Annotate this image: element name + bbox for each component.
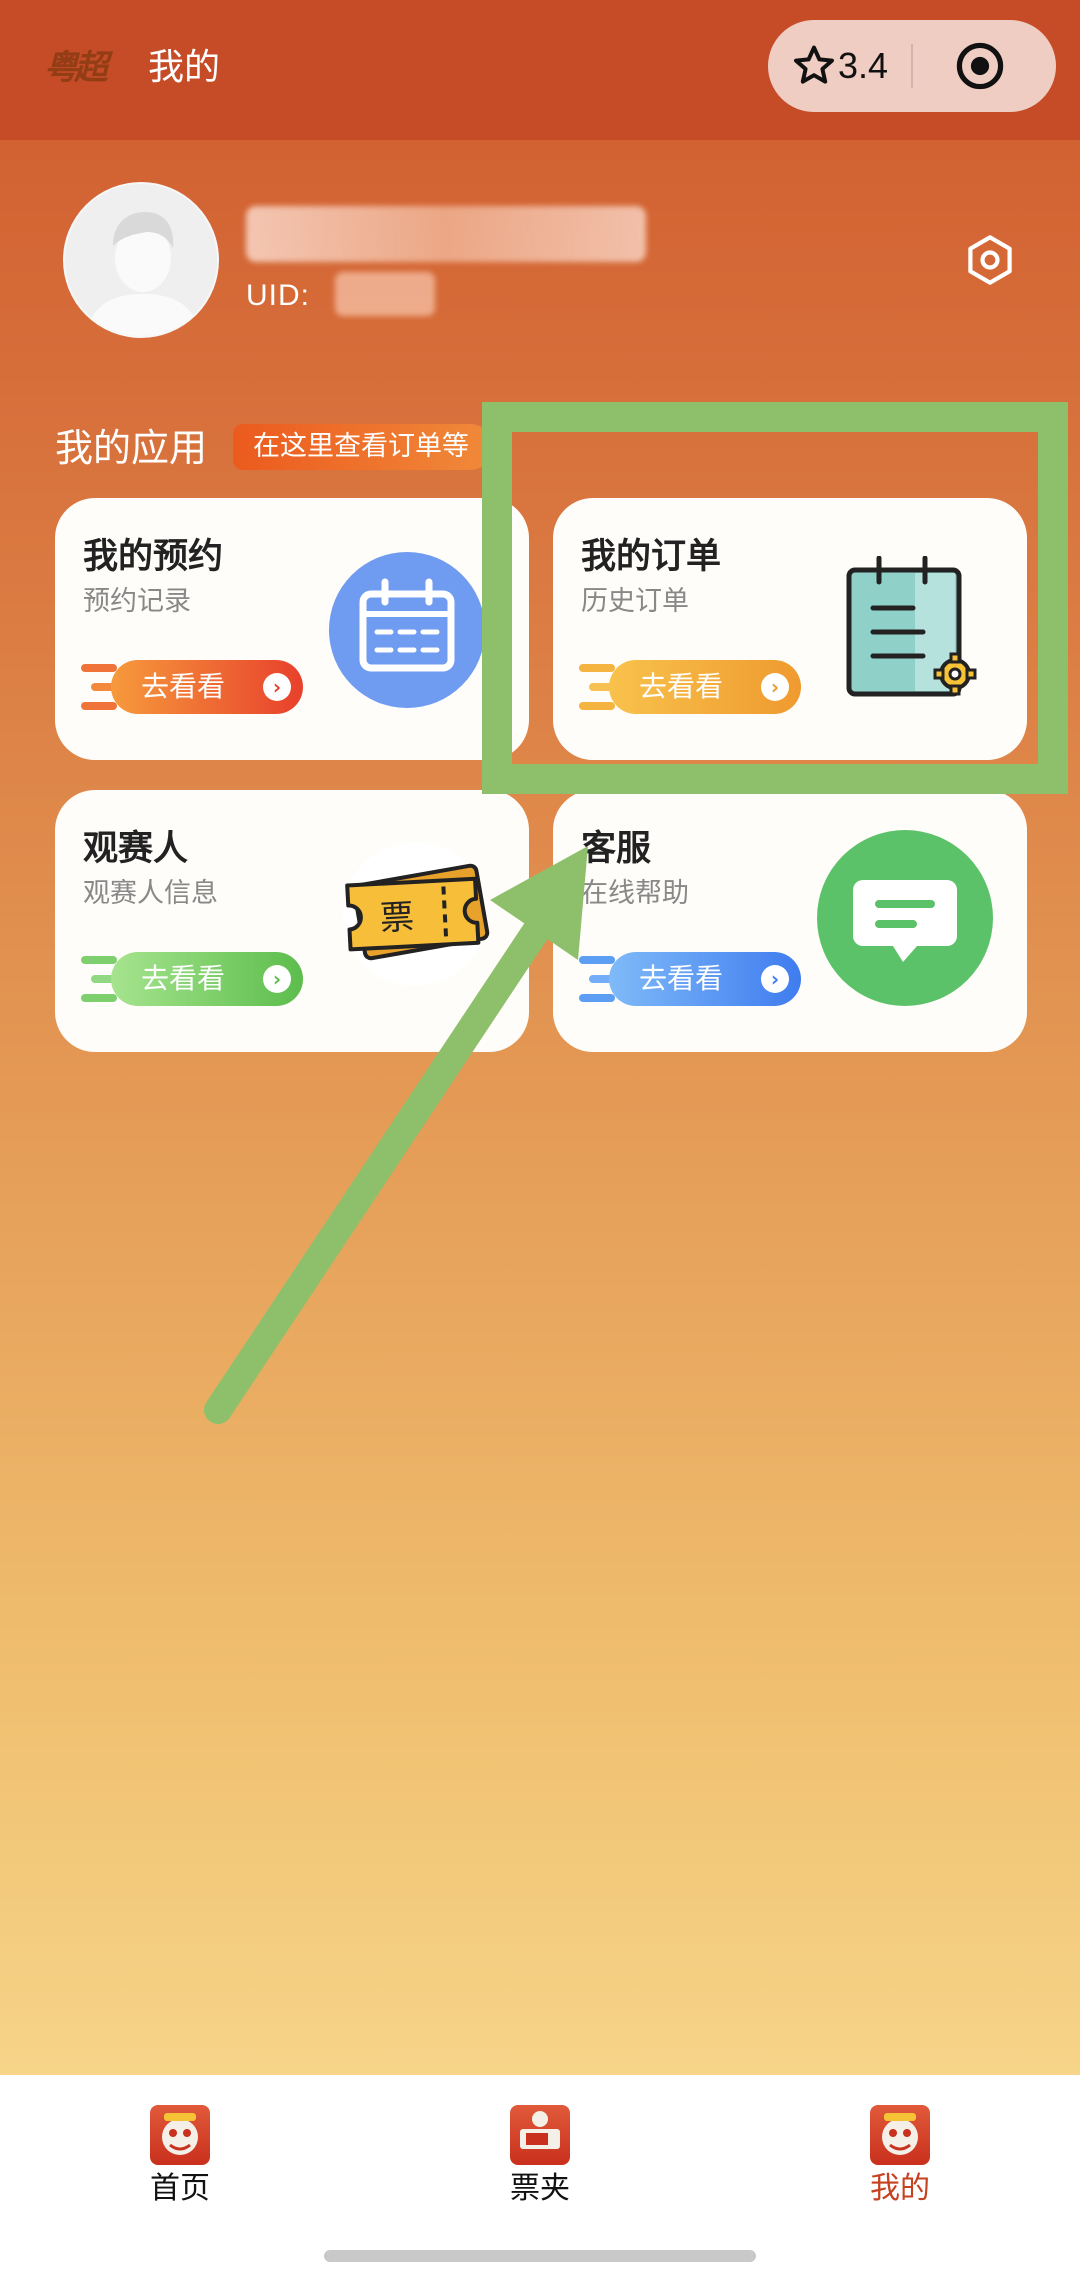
section-hint-tag: 在这里查看订单等 bbox=[233, 424, 493, 470]
lion-dance-home-icon bbox=[150, 2105, 210, 2165]
go-view-button[interactable]: 去看看 › bbox=[579, 660, 809, 714]
card-subtitle: 观赛人信息 bbox=[83, 878, 218, 909]
lion-dance-mine-icon bbox=[870, 2105, 930, 2165]
card-customer-service[interactable]: 客服 在线帮助 去看看 › bbox=[553, 790, 1027, 1052]
tab-mine[interactable]: 我的 bbox=[820, 2105, 980, 2209]
card-title: 观赛人 bbox=[83, 829, 189, 869]
section-title: 我的应用 bbox=[55, 426, 208, 470]
card-subtitle: 预约记录 bbox=[83, 586, 191, 617]
default-user-icon bbox=[65, 184, 217, 336]
chevron-right-icon: › bbox=[761, 673, 789, 701]
uid-label: UID: bbox=[246, 279, 310, 312]
home-indicator[interactable] bbox=[324, 2250, 756, 2262]
avatar[interactable] bbox=[63, 182, 219, 338]
card-title: 我的预约 bbox=[83, 537, 224, 577]
chevron-right-icon: › bbox=[263, 673, 291, 701]
star-icon[interactable] bbox=[790, 42, 838, 90]
card-subtitle: 历史订单 bbox=[581, 586, 689, 617]
tab-home[interactable]: 首页 bbox=[100, 2105, 260, 2209]
app-logo: 粤超 bbox=[44, 48, 108, 88]
chat-bubble-icon bbox=[817, 830, 993, 1006]
settings-icon[interactable] bbox=[962, 232, 1018, 288]
card-title: 我的订单 bbox=[581, 537, 722, 577]
mini-program-capsule: 3.4 bbox=[768, 20, 1056, 112]
go-view-button[interactable]: 去看看 › bbox=[81, 660, 311, 714]
card-spectators[interactable]: 观赛人 观赛人信息 去看看 › 票 bbox=[55, 790, 529, 1052]
card-my-reservations[interactable]: 我的预约 预约记录 去看看 › bbox=[55, 498, 529, 760]
ticket-wallet-icon bbox=[510, 2105, 570, 2165]
tab-ticket-wallet[interactable]: 票夹 bbox=[460, 2105, 620, 2209]
close-target-icon[interactable] bbox=[954, 40, 1006, 92]
uid-redacted bbox=[335, 272, 435, 316]
card-subtitle: 在线帮助 bbox=[581, 878, 689, 909]
chevron-right-icon: › bbox=[263, 965, 291, 993]
rating-value: 3.4 bbox=[838, 45, 889, 86]
chevron-right-icon: › bbox=[761, 965, 789, 993]
ticket-text: 票 bbox=[379, 897, 415, 939]
header-bar: 粤超 我的 3.4 bbox=[0, 0, 1080, 140]
ticket-icon: 票 bbox=[343, 842, 490, 986]
go-view-button[interactable]: 去看看 › bbox=[579, 952, 809, 1006]
calendar-icon bbox=[329, 552, 485, 708]
page-title: 我的 bbox=[148, 47, 221, 88]
card-title: 客服 bbox=[581, 829, 652, 869]
go-view-button[interactable]: 去看看 › bbox=[81, 952, 311, 1006]
order-notebook-icon bbox=[846, 556, 977, 697]
card-my-orders[interactable]: 我的订单 历史订单 去看看 › bbox=[553, 498, 1027, 760]
annotation-arrow bbox=[204, 846, 588, 1424]
capsule-divider bbox=[911, 44, 913, 88]
username-redacted bbox=[246, 206, 646, 262]
